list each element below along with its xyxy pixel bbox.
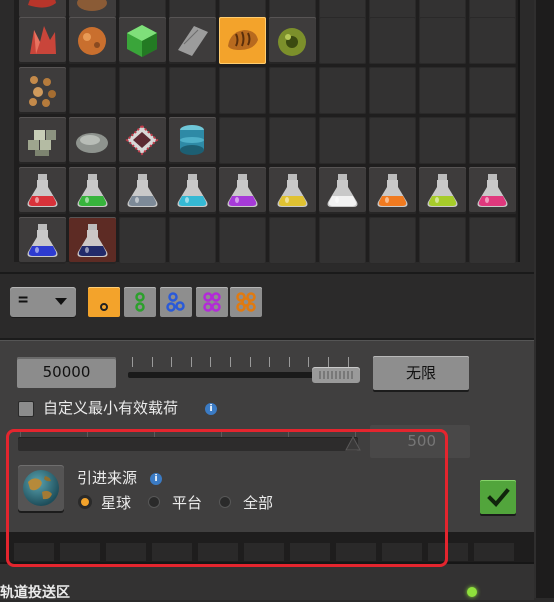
info-icon[interactable]: i <box>205 403 217 415</box>
comparator-dropdown[interactable]: = <box>10 287 76 317</box>
filter-toolbar <box>0 272 534 330</box>
checkmark-icon <box>487 488 510 507</box>
unlimited-button[interactable]: 无限 <box>373 356 469 390</box>
flask-purple-icon[interactable] <box>219 167 266 214</box>
empty-slot[interactable] <box>269 117 316 164</box>
barrel-blue-icon[interactable] <box>169 117 216 164</box>
empty-slot[interactable] <box>419 217 466 264</box>
slider-tick <box>308 357 310 367</box>
empty-slot[interactable] <box>369 217 416 264</box>
slider-tick <box>171 357 173 367</box>
empty-slot[interactable] <box>169 67 216 114</box>
flask-gray-icon[interactable] <box>119 167 166 214</box>
flask-pink-icon[interactable] <box>469 167 516 214</box>
section-title: 轨道投送区 <box>0 585 70 601</box>
empty-slot[interactable] <box>269 217 316 264</box>
item-grid <box>14 0 520 264</box>
empty-slot[interactable] <box>469 117 516 164</box>
quality-1-button[interactable] <box>88 287 120 317</box>
metal-sheet-icon[interactable] <box>169 17 216 64</box>
flask-green-icon[interactable] <box>69 167 116 214</box>
empty-slot[interactable] <box>369 67 416 114</box>
empty-slot[interactable] <box>269 67 316 114</box>
section-header: 轨道投送区 <box>0 562 534 601</box>
flask-lime-icon[interactable] <box>419 167 466 214</box>
flask-red-icon[interactable] <box>19 167 66 214</box>
empty-slot[interactable] <box>219 217 266 264</box>
flask-yellow-icon[interactable] <box>269 167 316 214</box>
slider-tick <box>288 357 290 367</box>
stone-bricks-icon[interactable] <box>19 117 66 164</box>
empty-slot[interactable] <box>319 67 366 114</box>
slider-tick <box>269 357 271 367</box>
egg-green-icon[interactable] <box>269 17 316 64</box>
empty-slot[interactable] <box>419 67 466 114</box>
slider-tick <box>230 357 231 367</box>
slider-tick <box>210 357 212 367</box>
slider-tick <box>132 357 133 367</box>
pebbles-icon[interactable] <box>19 67 66 114</box>
empty-slot[interactable] <box>319 17 366 64</box>
confirm-button[interactable] <box>480 480 516 514</box>
empty-slot[interactable] <box>369 117 416 164</box>
flask-navy-icon[interactable] <box>69 217 116 264</box>
empty-slot[interactable] <box>119 67 166 114</box>
empty-slot[interactable] <box>119 217 166 264</box>
slider-tick <box>190 357 192 367</box>
slider-tick <box>151 357 153 367</box>
amount-input[interactable]: 50000 <box>17 357 116 388</box>
chevron-down-icon <box>55 298 67 305</box>
scrollbar-track[interactable] <box>534 0 554 598</box>
empty-slot[interactable] <box>474 543 514 561</box>
empty-slot[interactable] <box>69 67 116 114</box>
empty-slot[interactable] <box>319 117 366 164</box>
slider-tick <box>328 357 329 367</box>
empty-slot[interactable] <box>469 67 516 114</box>
cube-green-icon[interactable] <box>119 17 166 64</box>
comparator-value: = <box>18 290 29 310</box>
flask-white-icon[interactable] <box>319 167 366 214</box>
empty-slot[interactable] <box>319 217 366 264</box>
quality-2-button[interactable] <box>124 287 156 317</box>
min-payload-label: 自定义最小有效载荷 <box>43 399 179 417</box>
status-indicator <box>467 587 477 597</box>
empty-slot[interactable] <box>219 117 266 164</box>
flask-blue-icon[interactable] <box>19 217 66 264</box>
empty-slot[interactable] <box>469 17 516 64</box>
quality-4-button[interactable] <box>196 287 228 317</box>
empty-slot[interactable] <box>419 17 466 64</box>
min-payload-checkbox[interactable] <box>18 401 34 417</box>
slider-tick <box>249 357 251 367</box>
quality-5-button[interactable] <box>230 287 262 317</box>
empty-slot[interactable] <box>369 17 416 64</box>
empty-slot[interactable] <box>419 117 466 164</box>
highlight-box <box>6 429 448 567</box>
empty-slot[interactable] <box>219 67 266 114</box>
stone-disc-icon[interactable] <box>69 117 116 164</box>
flask-cyan-icon[interactable] <box>169 167 216 214</box>
flask-orange-icon[interactable] <box>369 167 416 214</box>
ore-orange-icon[interactable] <box>69 17 116 64</box>
empty-slot[interactable] <box>169 217 216 264</box>
quality-3-button[interactable] <box>160 287 192 317</box>
chip-icon[interactable] <box>119 117 166 164</box>
crystal-red-icon[interactable] <box>19 17 66 64</box>
slider-tick <box>347 357 349 367</box>
empty-slot[interactable] <box>469 217 516 264</box>
amount-slider-handle[interactable] <box>312 367 360 383</box>
bread-icon[interactable] <box>219 17 266 64</box>
